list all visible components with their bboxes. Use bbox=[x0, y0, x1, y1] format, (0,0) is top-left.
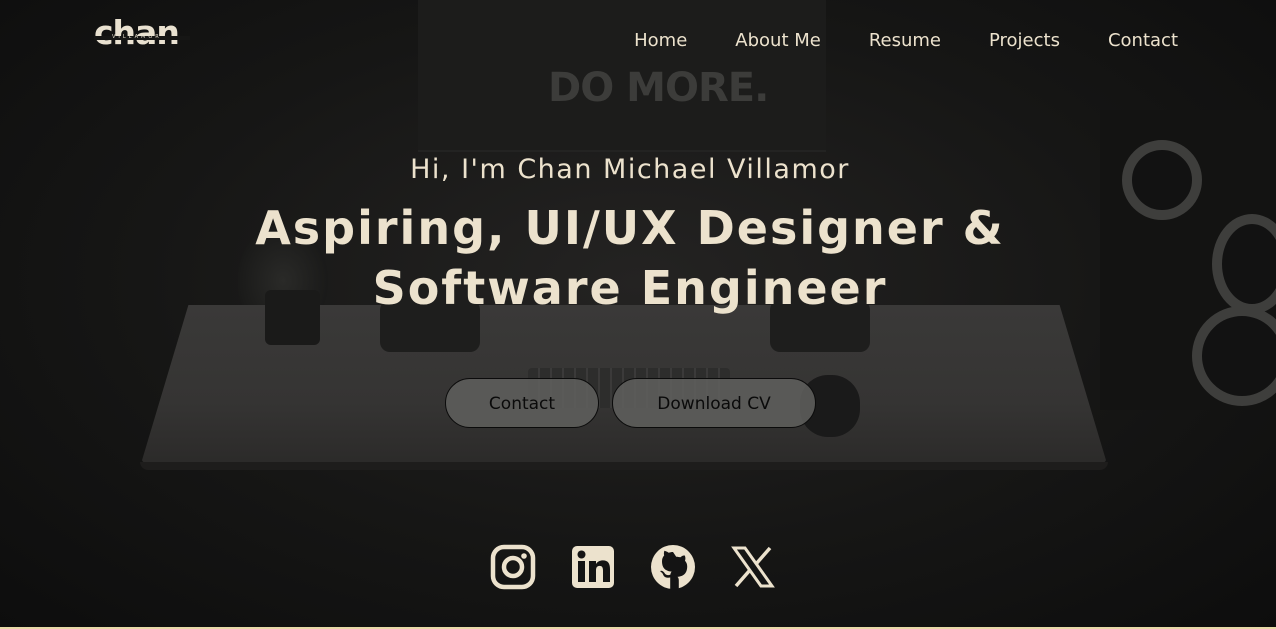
nav-resume[interactable]: Resume bbox=[869, 30, 941, 52]
hero-greeting: Hi, I'm Chan Michael Villamor bbox=[410, 154, 850, 185]
hero-headline: Aspiring, UI/UX Designer & Software Engi… bbox=[230, 198, 1030, 318]
background-monitor-text: DO MORE. bbox=[548, 65, 769, 111]
instagram-icon[interactable] bbox=[489, 543, 537, 591]
nav-projects[interactable]: Projects bbox=[989, 30, 1060, 52]
linkedin-icon[interactable] bbox=[569, 543, 617, 591]
x-twitter-icon[interactable] bbox=[729, 543, 777, 591]
site-logo[interactable]: chan VILLAMOR bbox=[94, 14, 194, 54]
nav-about-me[interactable]: About Me bbox=[735, 30, 821, 52]
nav-home[interactable]: Home bbox=[634, 30, 687, 52]
logo-subtext: VILLAMOR bbox=[112, 34, 162, 40]
logo-wordmark: chan bbox=[94, 13, 180, 52]
download-cv-button[interactable]: Download CV bbox=[612, 378, 816, 428]
hero-section: DO MORE. chan VILLAMOR Home About Me Res… bbox=[0, 0, 1276, 627]
main-nav: Home About Me Resume Projects Contact bbox=[586, 30, 1178, 52]
github-icon[interactable] bbox=[649, 543, 697, 591]
nav-contact[interactable]: Contact bbox=[1108, 30, 1178, 52]
background-desk-edge bbox=[140, 462, 1108, 470]
contact-button[interactable]: Contact bbox=[445, 378, 599, 428]
hero-headline-line1: Aspiring, UI/UX Designer & bbox=[255, 201, 1005, 255]
hero-headline-line2: Software Engineer bbox=[372, 261, 888, 315]
